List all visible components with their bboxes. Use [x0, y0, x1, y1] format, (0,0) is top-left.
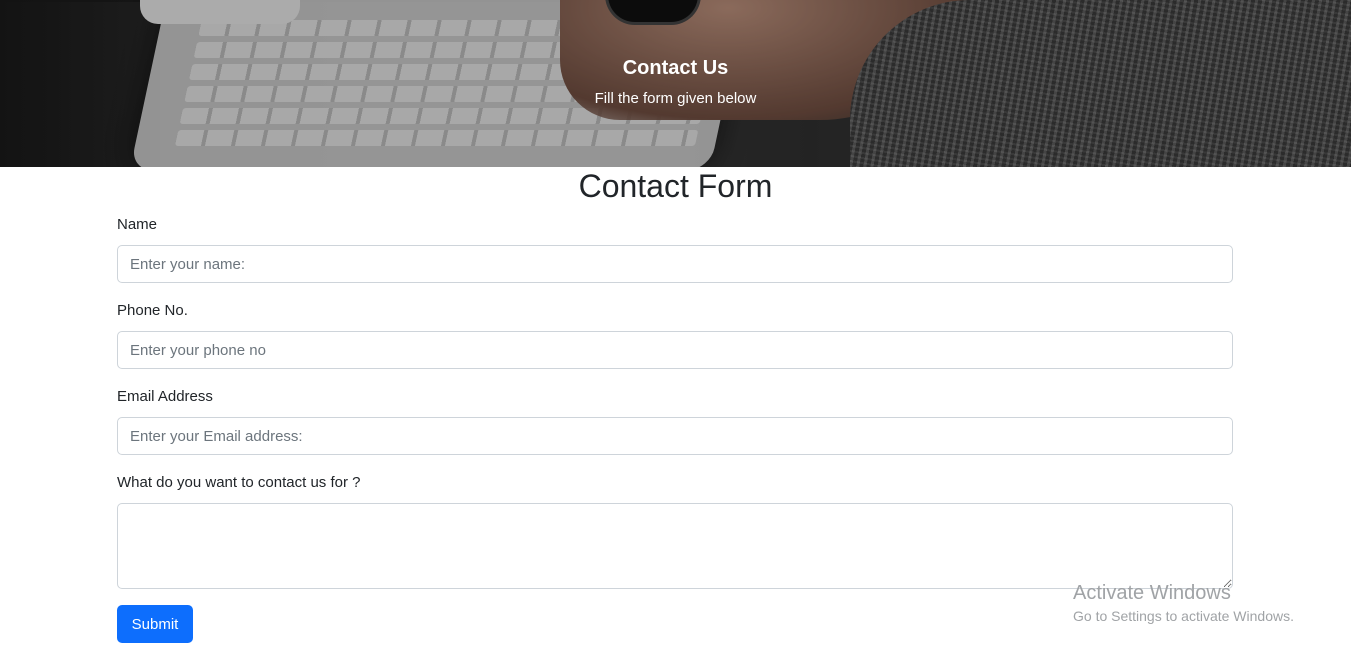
- form-title: Contact Form: [578, 168, 773, 204]
- phone-label: Phone No.: [117, 302, 188, 319]
- phone-input[interactable]: [117, 331, 1233, 369]
- windows-activation-watermark: Activate Windows Go to Settings to activ…: [1073, 582, 1294, 624]
- submit-button[interactable]: Submit: [117, 605, 193, 643]
- message-textarea[interactable]: [117, 503, 1233, 589]
- watermark-title: Activate Windows: [1073, 582, 1231, 604]
- name-label: Name: [117, 216, 158, 233]
- email-input[interactable]: [117, 417, 1233, 455]
- watermark-subtitle: Go to Settings to activate Windows.: [1073, 608, 1294, 624]
- email-label: Email Address: [117, 388, 213, 405]
- hero-overlay: [0, 0, 1351, 167]
- name-input[interactable]: [117, 245, 1233, 283]
- message-label: What do you want to contact us for ?: [117, 474, 361, 491]
- hero-banner: Contact Us Fill the form given below: [0, 0, 1351, 167]
- hero-title: Contact Us: [622, 57, 729, 79]
- hero-subtitle: Fill the form given below: [594, 90, 757, 107]
